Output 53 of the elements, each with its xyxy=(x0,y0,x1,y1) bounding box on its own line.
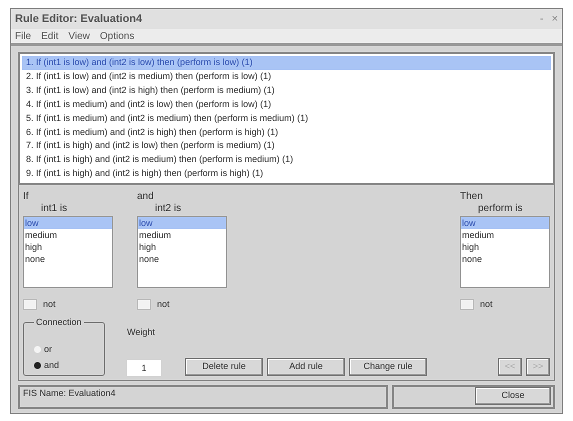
option-list[interactable]: low medium high none xyxy=(23,216,113,288)
rule-item[interactable]: 8. If (int1 is high) and (int2 is medium) then (perform is medium) (1) xyxy=(22,153,551,168)
rule-item[interactable]: 4. If (int1 is medium) and (int2 is low) then (perform is low) (1) xyxy=(22,98,551,112)
rule-item[interactable]: 1. If (int1 is low) and (int2 is low) then (perform is low) (1) xyxy=(22,56,551,70)
not-checkbox[interactable] xyxy=(460,299,474,310)
radio-button[interactable] xyxy=(34,346,41,353)
menu-item[interactable]: View xyxy=(68,28,90,44)
rule-item[interactable]: 7. If (int1 is high) and (int2 is low) then (perform is medium) (1) xyxy=(22,139,551,154)
rule-item[interactable]: 6. If (int1 is medium) and (int2 is high) then (perform is high) (1) xyxy=(22,126,551,140)
window-title: Rule Editor: Evaluation4 xyxy=(15,12,142,27)
delete-rule-button[interactable]: Delete rule xyxy=(185,358,263,376)
option-item[interactable]: low xyxy=(461,217,549,229)
option-item[interactable]: high xyxy=(24,241,112,253)
rule-item[interactable]: 3. If (int1 is low) and (int2 is high) then (perform is medium) (1) xyxy=(22,84,551,98)
change-rule-button[interactable]: Change rule xyxy=(349,358,427,376)
weight-field[interactable]: 1 xyxy=(127,360,161,376)
add-rule-button[interactable]: Add rule xyxy=(267,358,345,376)
variable-heading: Then xyxy=(460,191,484,203)
option-item[interactable]: none xyxy=(24,253,112,265)
radio-label: and xyxy=(44,359,60,372)
option-list[interactable]: low medium high none xyxy=(137,216,227,288)
option-item[interactable]: none xyxy=(461,253,549,265)
option-item[interactable]: medium xyxy=(24,229,112,241)
radio-button[interactable] xyxy=(34,362,41,370)
weight-label: Weight xyxy=(127,326,156,339)
not-label: not xyxy=(157,298,170,311)
rule-item[interactable]: 9. If (int1 is high) and (int2 is high) then (perform is high) (1) xyxy=(22,167,551,182)
option-item[interactable]: none xyxy=(138,253,226,265)
option-item[interactable]: high xyxy=(138,241,226,253)
not-label: not xyxy=(480,298,493,311)
variable-label: int2 is xyxy=(154,203,182,215)
radio-label: or xyxy=(44,342,52,356)
variable-label: perform is xyxy=(477,203,524,215)
fis-name: FIS Name: Evaluation4 xyxy=(23,387,116,399)
variable-heading: If xyxy=(23,191,30,203)
variable-label: int1 is xyxy=(40,203,68,215)
close-dialog-button[interactable]: Close xyxy=(475,387,551,405)
rule-item[interactable]: 5. If (int1 is medium) and (int2 is medium) then (perform is medium) (1) xyxy=(22,112,551,126)
option-item[interactable]: high xyxy=(461,241,549,253)
not-checkbox[interactable] xyxy=(23,299,37,310)
rules-list[interactable] xyxy=(18,52,555,185)
not-label: not xyxy=(43,298,56,311)
rule-item[interactable]: 2. If (int1 is low) and (int2 is medium) then (perform is low) (1) xyxy=(22,70,551,84)
option-item[interactable]: medium xyxy=(461,229,549,241)
option-item[interactable]: low xyxy=(24,217,112,229)
menu-item[interactable]: Edit xyxy=(41,28,58,44)
menu-item[interactable]: File xyxy=(15,28,32,44)
variable-heading: and xyxy=(137,191,155,203)
option-item[interactable]: medium xyxy=(138,229,226,241)
option-item[interactable]: low xyxy=(138,217,226,229)
not-checkbox[interactable] xyxy=(137,299,151,310)
menu-item[interactable]: Options xyxy=(100,28,134,44)
option-list[interactable]: low medium high none xyxy=(460,216,550,288)
